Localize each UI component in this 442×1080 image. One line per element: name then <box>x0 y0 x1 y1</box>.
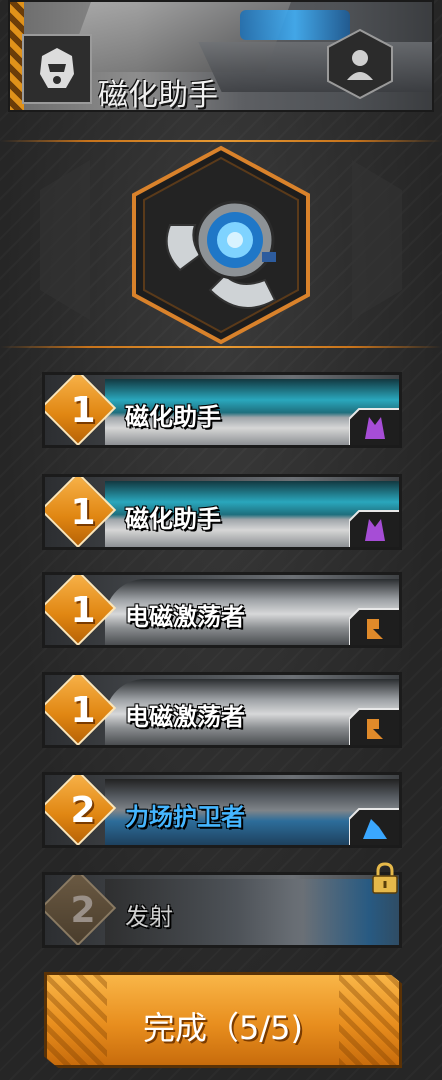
ability-row[interactable]: 2 力场护卫者 <box>42 772 402 848</box>
class-purple-icon <box>349 408 399 445</box>
ability-name: 电磁激荡者 <box>125 703 245 731</box>
ability-name: 磁化助手 <box>125 403 221 431</box>
ability-level: 2 <box>70 790 96 831</box>
ability-name: 磁化助手 <box>125 505 221 533</box>
ability-row[interactable]: 1 磁化助手 <box>42 372 402 448</box>
equipment-display <box>0 140 442 350</box>
lock-icon <box>372 862 398 894</box>
profile-hex-icon[interactable] <box>325 28 395 100</box>
character-portrait-icon[interactable] <box>22 34 92 104</box>
ability-level: 1 <box>70 690 96 731</box>
class-blue-icon <box>349 808 399 845</box>
ability-name: 电磁激荡者 <box>125 603 245 631</box>
ability-name: 发射 <box>125 903 173 931</box>
complete-button-label: 完成（5/5) <box>143 1009 303 1047</box>
ability-row[interactable]: 1 电磁激荡者 <box>42 572 402 648</box>
class-orange-icon <box>349 708 399 745</box>
ability-level: 1 <box>70 590 96 631</box>
complete-button[interactable]: 完成（5/5) <box>44 972 402 1068</box>
ability-name: 力场护卫者 <box>125 803 245 831</box>
class-orange-icon <box>349 608 399 645</box>
class-purple-icon <box>349 510 399 547</box>
ability-row[interactable]: 1 电磁激荡者 <box>42 672 402 748</box>
ability-row-locked[interactable]: 2 发射 <box>42 872 402 948</box>
ability-level: 2 <box>70 890 96 931</box>
ability-row[interactable]: 1 磁化助手 <box>42 474 402 550</box>
ability-level: 1 <box>70 390 96 431</box>
magnet-gauntlet-item-icon[interactable] <box>150 170 290 320</box>
ability-level: 1 <box>70 492 96 533</box>
character-name: 磁化助手 <box>98 78 218 113</box>
